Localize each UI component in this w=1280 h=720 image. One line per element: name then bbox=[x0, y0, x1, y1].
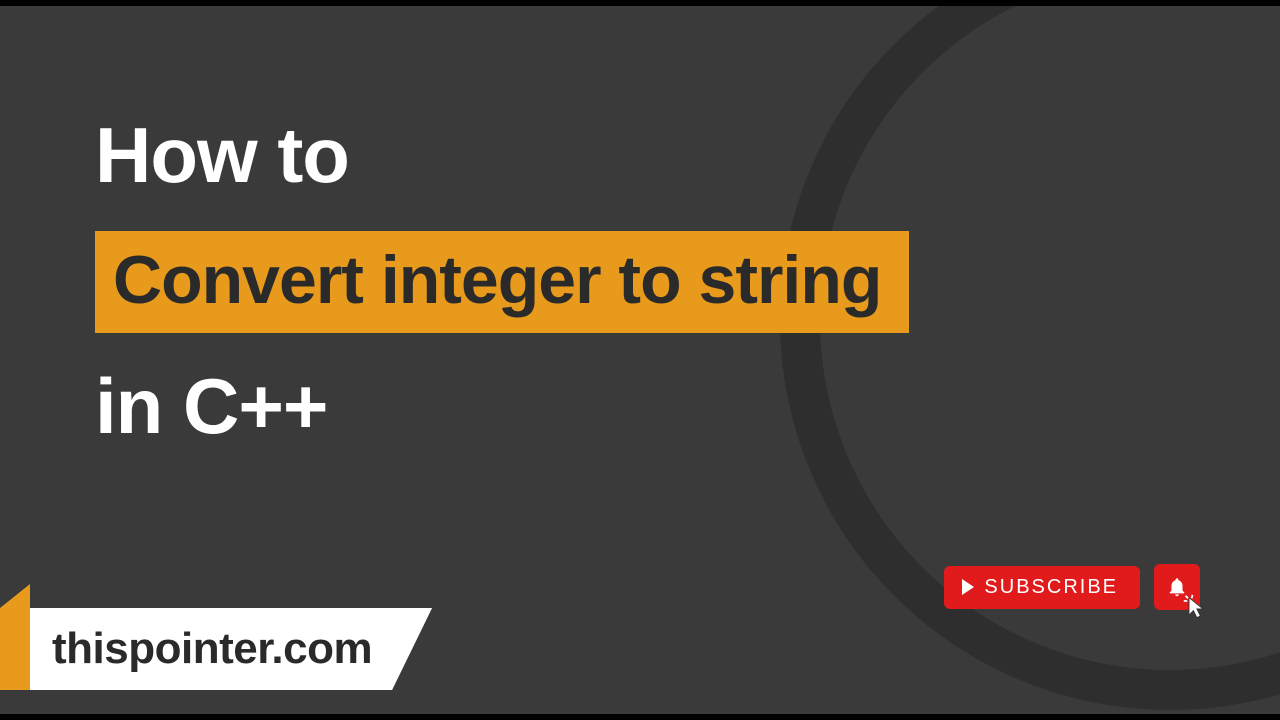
banner-accent bbox=[0, 608, 30, 690]
letterbox-top bbox=[0, 0, 1280, 6]
subscribe-label: SUBSCRIBE bbox=[984, 576, 1118, 599]
notification-bell-button[interactable] bbox=[1154, 564, 1200, 610]
banner-accent-triangle bbox=[0, 584, 30, 608]
title-line-3: in C++ bbox=[95, 361, 909, 452]
subscribe-button[interactable]: SUBSCRIBE bbox=[944, 566, 1140, 609]
banner-body: thispointer.com bbox=[30, 608, 432, 690]
letterbox-bottom bbox=[0, 714, 1280, 720]
subscribe-group: SUBSCRIBE bbox=[944, 564, 1200, 610]
title-line-1: How to bbox=[95, 110, 909, 201]
site-banner: thispointer.com bbox=[0, 608, 432, 690]
title-block: How to Convert integer to string in C++ bbox=[95, 110, 909, 452]
play-icon bbox=[962, 579, 974, 595]
title-highlight: Convert integer to string bbox=[95, 231, 909, 333]
cursor-click-icon bbox=[1182, 594, 1210, 622]
site-name: thispointer.com bbox=[52, 624, 372, 674]
